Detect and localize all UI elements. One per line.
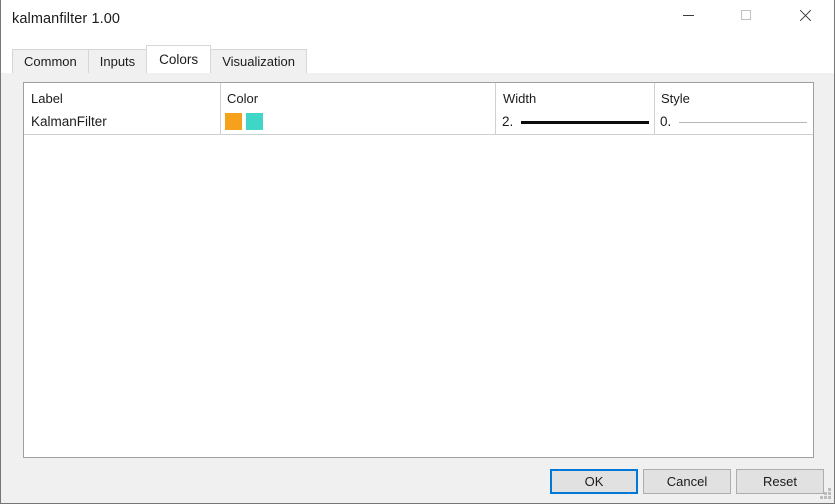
window-title: kalmanfilter 1.00 [12, 11, 121, 27]
dialog-footer: OK Cancel Reset [1, 465, 834, 503]
color-swatch-group[interactable] [225, 113, 263, 130]
reset-button[interactable]: Reset [736, 469, 824, 494]
tab-strip: Common Inputs Colors Visualization [1, 39, 834, 73]
maximize-button[interactable] [723, 0, 769, 30]
cancel-button[interactable]: Cancel [643, 469, 731, 494]
close-icon [799, 9, 812, 22]
color-swatch-secondary[interactable] [246, 113, 263, 130]
column-header-label: Label [31, 91, 63, 106]
column-separator [220, 83, 221, 135]
column-header-color: Color [227, 91, 259, 106]
column-header-width: Width [503, 91, 537, 106]
title-bar: kalmanfilter 1.00 [1, 0, 834, 40]
header-rule [24, 134, 813, 135]
minimize-icon [682, 15, 694, 16]
color-swatch-primary[interactable] [225, 113, 242, 130]
tab-inputs[interactable]: Inputs [87, 49, 148, 73]
tab-colors[interactable]: Colors [146, 45, 212, 73]
row-style-value[interactable]: 0. [660, 114, 671, 129]
width-preview-line [521, 121, 649, 124]
column-header-style: Style [661, 91, 690, 106]
colors-panel: Label Color Width Style KalmanFilter 2. … [23, 82, 814, 458]
tab-common[interactable]: Common [12, 49, 89, 73]
tab-visualization[interactable]: Visualization [210, 49, 307, 73]
resize-grip[interactable] [819, 488, 832, 501]
ok-button[interactable]: OK [550, 469, 638, 494]
maximize-icon [741, 10, 751, 20]
column-separator [495, 83, 496, 135]
minimize-button[interactable] [665, 0, 711, 30]
row-label: KalmanFilter [31, 114, 107, 129]
row-width-value[interactable]: 2. [502, 114, 513, 129]
style-preview-line [679, 122, 807, 123]
colors-table: Label Color Width Style KalmanFilter 2. … [24, 83, 813, 457]
dialog-window: kalmanfilter 1.00 Common Inputs Colors V… [0, 0, 835, 504]
close-button[interactable] [782, 0, 828, 30]
column-separator [654, 83, 655, 135]
